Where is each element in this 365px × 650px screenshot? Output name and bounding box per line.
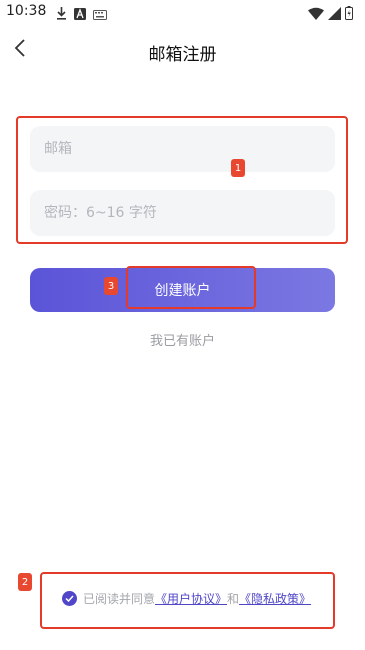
status-bar: 10:38 (0, 0, 365, 26)
annotation-badge-1: 1 (231, 159, 245, 177)
password-field[interactable] (30, 190, 335, 236)
email-field[interactable] (30, 126, 335, 172)
page-title: 邮箱注册 (148, 45, 217, 65)
user-agreement-link[interactable]: 《用户协议》 (155, 590, 227, 607)
signal-icon (328, 5, 341, 24)
annotation-badge-3: 3 (104, 277, 118, 295)
annotation-badge-2: 2 (18, 573, 32, 591)
status-time: 10:38 (6, 3, 47, 19)
status-icons-right (308, 5, 353, 24)
have-account-link[interactable]: 我已有账户 (0, 330, 365, 349)
checkbox-checked-icon[interactable] (62, 591, 77, 606)
header: 邮箱注册 (0, 30, 365, 74)
agreement-prefix: 已阅读并同意 (83, 592, 156, 606)
agreement-conjunction: 和 (227, 592, 240, 606)
keyboard-icon (93, 5, 107, 24)
font-a-icon (74, 5, 86, 24)
battery-icon (345, 5, 353, 24)
wifi-icon (308, 5, 324, 24)
agreement-row: 已阅读并同意 《用户协议》 和 《隐私政策》 (62, 590, 311, 607)
privacy-policy-link[interactable]: 《隐私政策》 (239, 590, 311, 607)
create-account-button[interactable]: 创建账户 (30, 268, 335, 312)
download-icon (56, 5, 67, 24)
status-icons-left (56, 5, 107, 24)
